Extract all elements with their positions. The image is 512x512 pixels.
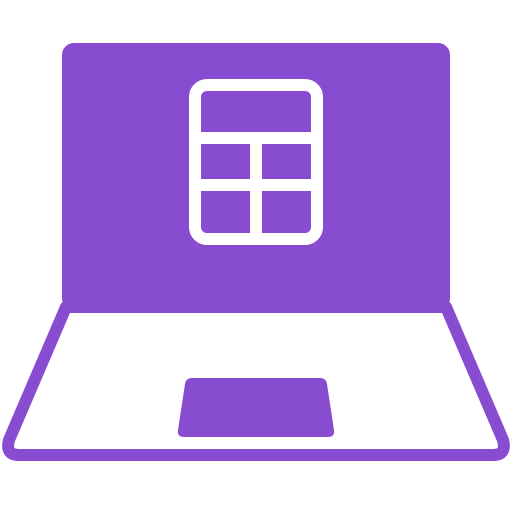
touchpad: [177, 378, 335, 437]
laptop-calculator-icon: [2, 43, 510, 461]
icon-canvas: [0, 0, 512, 512]
